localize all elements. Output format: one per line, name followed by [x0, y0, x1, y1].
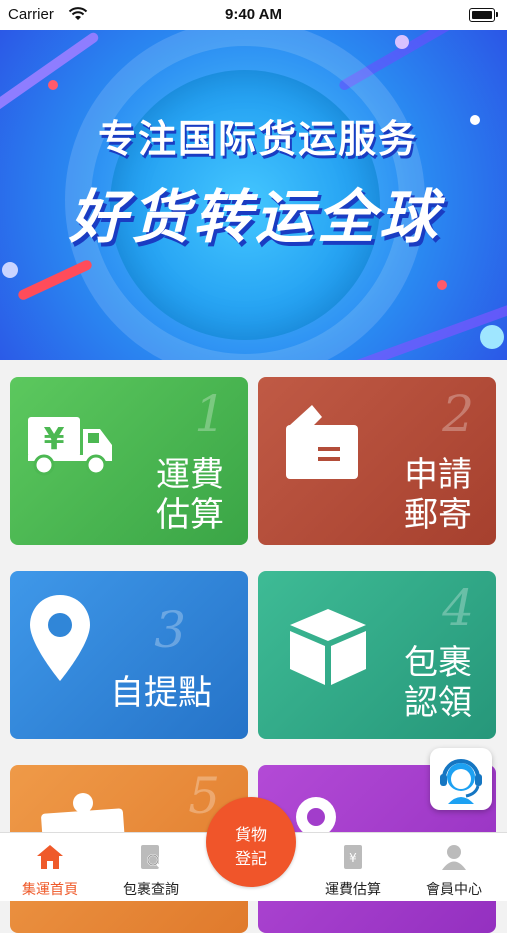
- goods-register-button[interactable]: 貨物 登記: [206, 797, 296, 887]
- tile-label: 認領: [404, 684, 472, 722]
- tab-package-search[interactable]: 包裹查詢: [101, 833, 201, 901]
- location-pin-icon: [28, 593, 92, 688]
- clock: 9:40 AM: [225, 6, 282, 23]
- tile-label: 自提點: [110, 674, 212, 712]
- battery-icon: [469, 8, 498, 22]
- member-icon: [440, 843, 468, 876]
- decor-dot: [395, 35, 409, 49]
- home-icon: [36, 843, 64, 876]
- decor-dot: [2, 262, 18, 278]
- svg-text:¥: ¥: [349, 851, 357, 865]
- tile-label: 申請: [404, 456, 472, 494]
- fee-document-icon: ¥: [339, 843, 367, 876]
- center-button-label: 登記: [234, 851, 267, 868]
- tile-label: 包裹: [404, 644, 472, 682]
- decor-dot: [437, 280, 447, 290]
- customer-service-icon: [436, 754, 486, 809]
- tile-apply-mailing[interactable]: 2 申請 郵寄: [258, 377, 496, 545]
- tile-number: 3: [154, 601, 186, 659]
- tab-member-center[interactable]: 會員中心: [404, 833, 504, 901]
- tile-freight-estimate[interactable]: 1 ¥ 運費 估算: [10, 377, 248, 545]
- customer-service-button[interactable]: [430, 748, 492, 810]
- decor-stripe: [16, 258, 94, 302]
- tile-number: 1: [194, 385, 226, 443]
- tile-pickup-point[interactable]: 3 自提點: [10, 571, 248, 739]
- cube-icon: [286, 607, 370, 692]
- promo-banner[interactable]: 专注国际货运服务 好货转运全球: [0, 30, 507, 360]
- tile-number: 4: [442, 579, 474, 637]
- svg-text:¥: ¥: [44, 422, 65, 457]
- tile-parcel-claim[interactable]: 4 包裹 認領: [258, 571, 496, 739]
- tab-label: 會員中心: [426, 881, 482, 897]
- truck-yen-icon: ¥: [28, 415, 114, 482]
- package-box-icon: [282, 403, 362, 486]
- decor-dot: [48, 80, 58, 90]
- tab-home[interactable]: 集運首頁: [0, 833, 100, 901]
- tile-label: 估算: [156, 496, 224, 534]
- tile-number: 2: [442, 385, 474, 443]
- package-search-icon: [137, 843, 165, 876]
- decor-dot: [480, 325, 504, 349]
- center-button-label: 貨物: [234, 827, 267, 844]
- banner-headline: 专注国际货运服务: [97, 119, 418, 161]
- tab-label: 運費估算: [325, 881, 381, 897]
- tile-label: 郵寄: [404, 496, 472, 534]
- tab-fee-estimate[interactable]: ¥ 運費估算: [303, 833, 403, 901]
- banner-slogan: 好货转运全球: [68, 185, 441, 250]
- status-bar: Carrier 9:40 AM: [0, 0, 507, 30]
- decor-stripe: [0, 30, 101, 120]
- tab-label: 包裹查詢: [123, 881, 179, 897]
- tile-label: 運費: [156, 456, 224, 494]
- tab-label: 集運首頁: [22, 881, 78, 897]
